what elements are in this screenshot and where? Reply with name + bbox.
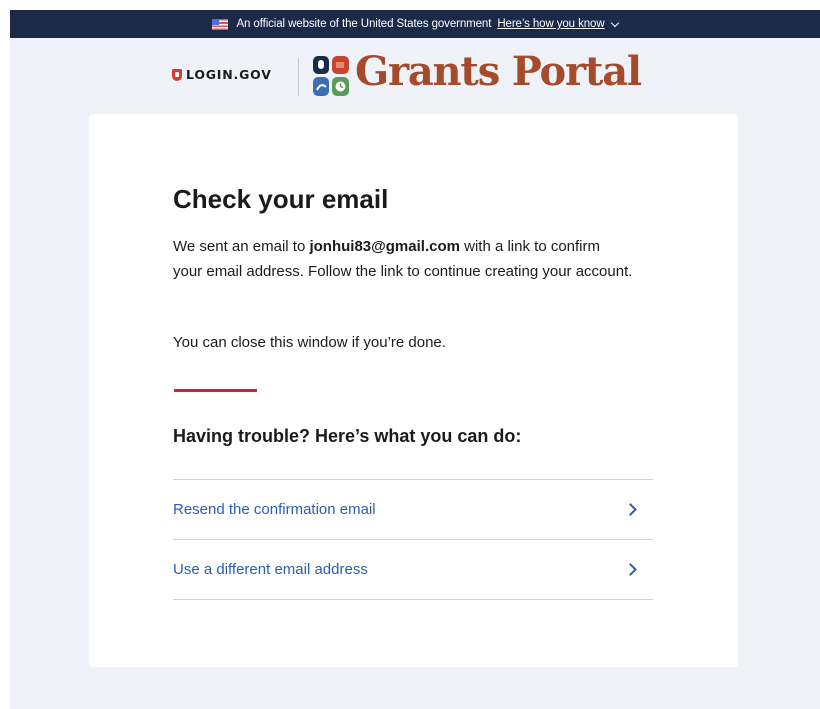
use-different-email-link[interactable]: Use a different email address [173,540,653,600]
us-flag-icon [212,18,229,30]
shield-icon [172,68,182,81]
option-label[interactable]: Use a different email address [173,561,368,578]
chevron-down-icon[interactable] [610,18,619,27]
gov-banner: An official website of the United States… [10,10,820,38]
site-header: LOGIN.GOV Grants Portal [10,40,820,112]
grants-portal-mark-icon [313,56,349,96]
page-title: Check your email [173,184,389,214]
sent-email-message: We sent an email to jonhui83@gmail.com w… [173,234,633,284]
email-address: jonhui83@gmail.com [309,238,460,255]
login-gov-logo-text: LOGIN.GOV [186,67,272,82]
trouble-options-list: Resend the confirmation email Use a diff… [173,479,653,600]
option-label[interactable]: Resend the confirmation email [173,501,376,518]
header-divider [298,58,299,96]
main-card: Check your email We sent an email to jon… [89,114,738,667]
close-window-message: You can close this window if you’re done… [173,334,446,351]
message-prefix: We sent an email to [173,238,310,255]
heres-how-you-know-link[interactable]: Here’s how you know [497,18,604,30]
grants-portal-title[interactable]: Grants Portal [355,48,642,95]
page: An official website of the United States… [0,0,820,709]
resend-confirmation-email-link[interactable]: Resend the confirmation email [173,480,653,540]
trouble-heading: Having trouble? Here’s what you can do: [173,426,522,446]
chevron-right-icon[interactable] [624,503,637,516]
accent-divider [174,389,257,392]
login-gov-logo[interactable]: LOGIN.GOV [172,67,272,82]
gov-banner-text: An official website of the United States… [236,18,492,30]
chevron-right-icon[interactable] [624,563,637,576]
